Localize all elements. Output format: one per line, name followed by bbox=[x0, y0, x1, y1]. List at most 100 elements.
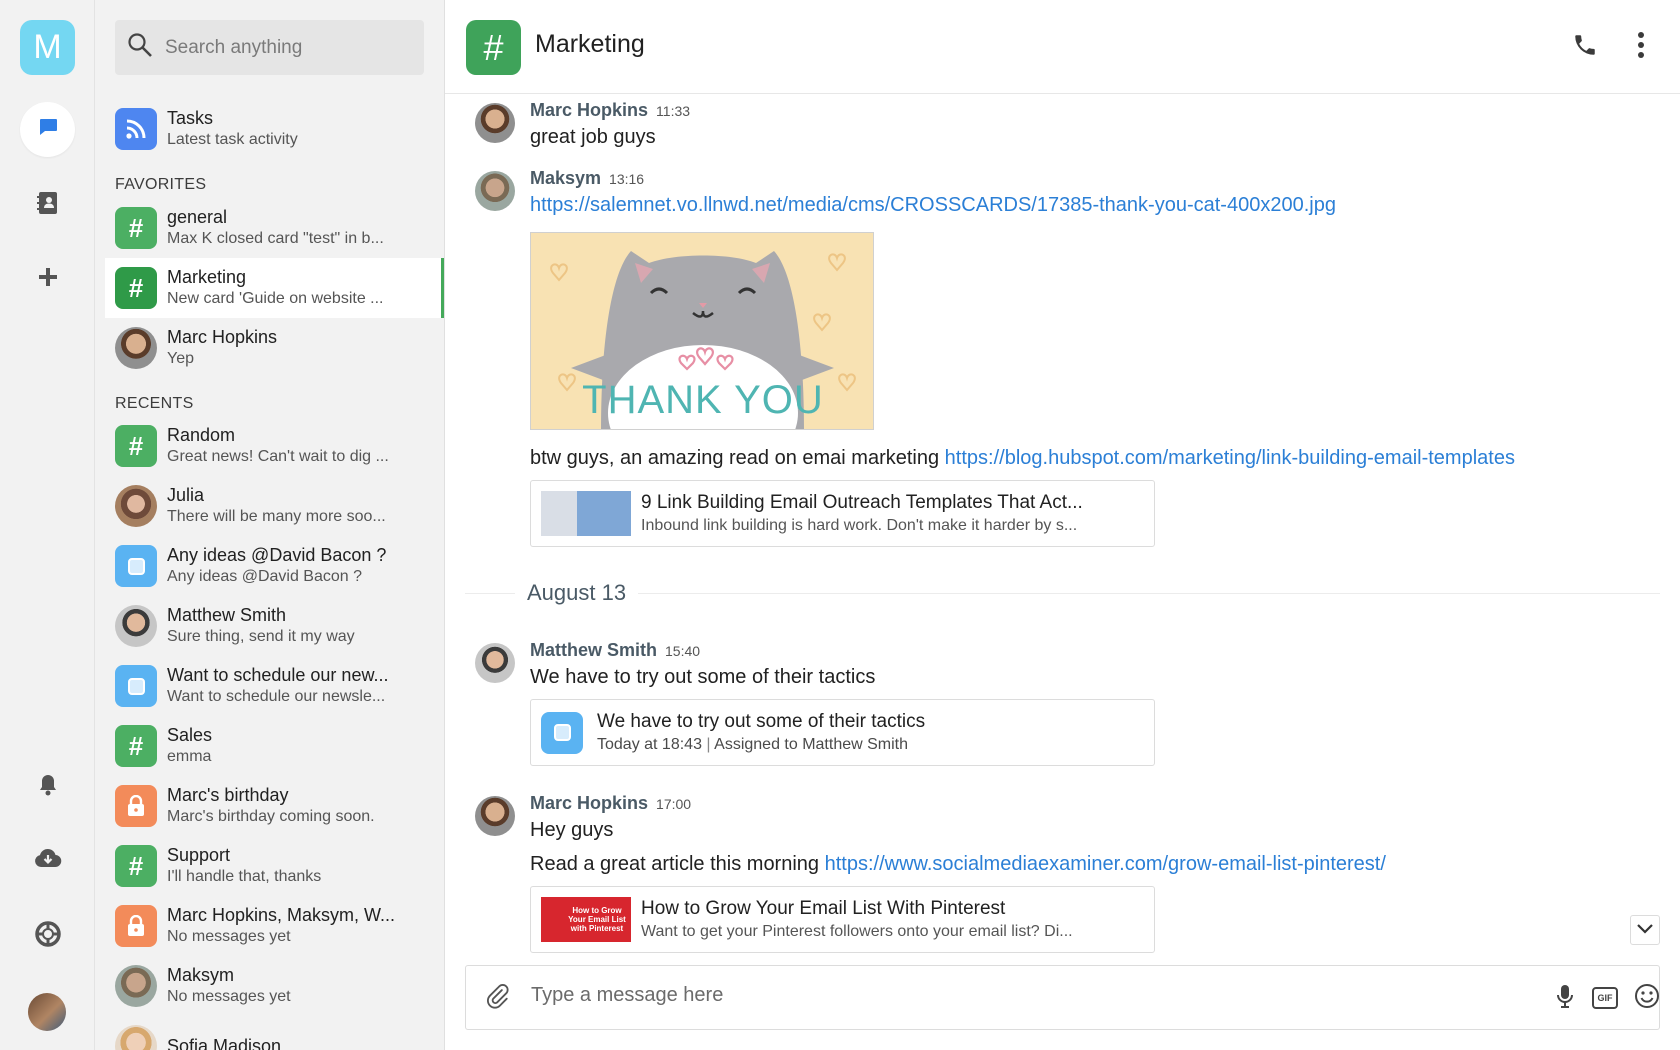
sidebar-item-task-newsletter[interactable]: Want to schedule our new... Want to sche… bbox=[105, 656, 444, 716]
link-thumbnail: How to Grow Your Email List with Pintere… bbox=[541, 897, 631, 942]
message-author[interactable]: Maksym 13:16 bbox=[530, 168, 644, 189]
sidebar-item-random[interactable]: # Random Great news! Can't wait to dig .… bbox=[105, 416, 444, 476]
sidebar-item-julia[interactable]: Julia There will be many more soo... bbox=[105, 476, 444, 536]
bell-icon bbox=[37, 773, 59, 802]
image-attachment[interactable]: THANK YOU bbox=[530, 232, 874, 430]
help-button[interactable] bbox=[20, 909, 75, 964]
cloud-download-icon bbox=[34, 848, 62, 875]
emoji-button[interactable] bbox=[1630, 981, 1664, 1015]
hash-icon: # bbox=[115, 725, 157, 767]
message-author[interactable]: Matthew Smith 15:40 bbox=[530, 640, 700, 661]
chat-panel: # Marketing Marc Hopkins 11:33 great job … bbox=[445, 0, 1680, 1050]
item-subtitle: No messages yet bbox=[167, 928, 291, 945]
sidebar-item-task-david-bacon[interactable]: Any ideas @David Bacon ? Any ideas @Davi… bbox=[105, 536, 444, 596]
item-subtitle: Marc's birthday coming soon. bbox=[167, 808, 375, 825]
message-time: 15:40 bbox=[665, 643, 701, 659]
item-subtitle: emma bbox=[167, 748, 212, 765]
task-icon bbox=[541, 711, 583, 754]
app-rail: M bbox=[0, 0, 95, 1050]
item-subtitle: I'll handle that, thanks bbox=[167, 868, 322, 885]
avatar bbox=[115, 327, 157, 369]
task-assignee: Matthew Smith bbox=[802, 735, 909, 753]
avatar bbox=[115, 965, 157, 1007]
message-text: We have to try out some of their tactics bbox=[530, 666, 876, 688]
item-subtitle: Sure thing, send it my way bbox=[167, 628, 355, 645]
task-icon bbox=[115, 545, 157, 587]
message-link[interactable]: https://www.socialmediaexaminer.com/grow… bbox=[825, 853, 1386, 875]
profile-avatar[interactable] bbox=[28, 993, 66, 1031]
message-text: Read a great article this morning https:… bbox=[530, 853, 1386, 875]
avatar[interactable] bbox=[475, 171, 515, 211]
message-link[interactable]: https://blog.hubspot.com/marketing/link-… bbox=[945, 447, 1515, 469]
message-input[interactable] bbox=[531, 984, 1431, 1007]
avatar bbox=[115, 1025, 157, 1050]
lock-icon bbox=[115, 905, 157, 947]
link-preview-card[interactable]: 9 Link Building Email Outreach Templates… bbox=[530, 480, 1155, 547]
attach-button[interactable] bbox=[480, 981, 514, 1015]
avatar[interactable] bbox=[475, 103, 515, 143]
item-subtitle: No messages yet bbox=[167, 988, 291, 1005]
date-label: August 13 bbox=[515, 580, 639, 606]
chat-bubble-icon bbox=[36, 115, 60, 144]
message-time: 13:16 bbox=[609, 171, 645, 187]
sidebar-item-sales[interactable]: # Sales emma bbox=[105, 716, 444, 776]
sidebar-item-marcs-birthday[interactable]: Marc's birthday Marc's birthday coming s… bbox=[105, 776, 444, 836]
chats-nav-button[interactable] bbox=[20, 102, 75, 157]
sidebar-item-tasks[interactable]: Tasks Latest task activity bbox=[105, 99, 444, 159]
item-title: general bbox=[167, 207, 228, 227]
message-text: great job guys bbox=[530, 126, 656, 148]
task-date: Today at 18:43 bbox=[597, 735, 702, 753]
item-title: Marc Hopkins, Maksym, W... bbox=[167, 905, 396, 925]
message-author[interactable]: Marc Hopkins 17:00 bbox=[530, 793, 691, 814]
call-button[interactable] bbox=[1565, 27, 1605, 67]
notifications-button[interactable] bbox=[20, 760, 75, 815]
item-title: Marc's birthday bbox=[167, 785, 289, 805]
sidebar-item-group-chat[interactable]: Marc Hopkins, Maksym, W... No messages y… bbox=[105, 896, 444, 956]
avatar[interactable] bbox=[475, 796, 515, 836]
sidebar-item-sofia-madison[interactable]: Sofia Madison bbox=[105, 1016, 444, 1050]
item-title: Maksym bbox=[167, 965, 234, 985]
message-text: btw guys, an amazing read on emai market… bbox=[530, 447, 1515, 469]
plus-icon bbox=[37, 266, 59, 293]
item-title: Any ideas @David Bacon ? bbox=[167, 545, 387, 565]
contacts-nav-button[interactable] bbox=[20, 178, 75, 233]
task-assigned-label: Assigned to bbox=[714, 735, 798, 753]
item-subtitle: There will be many more soo... bbox=[167, 508, 386, 525]
sidebar-item-maksym[interactable]: Maksym No messages yet bbox=[105, 956, 444, 1016]
link-description: Inbound link building is hard work. Don'… bbox=[641, 516, 1078, 534]
gif-button[interactable]: GIF bbox=[1588, 981, 1622, 1015]
hash-icon: # bbox=[115, 267, 157, 309]
message-author[interactable]: Marc Hopkins 11:33 bbox=[530, 100, 690, 121]
avatar bbox=[115, 605, 157, 647]
item-subtitle: Any ideas @David Bacon ? bbox=[167, 568, 363, 585]
item-title: Support bbox=[167, 845, 231, 865]
workspace-logo[interactable]: M bbox=[20, 20, 75, 75]
sidebar-item-general[interactable]: # general Max K closed card "test" in b.… bbox=[105, 198, 444, 258]
sidebar-item-marketing[interactable]: # Marketing New card 'Guide on website .… bbox=[105, 258, 444, 318]
link-preview-card[interactable]: How to Grow Your Email List with Pintere… bbox=[530, 886, 1155, 953]
item-title: Want to schedule our new... bbox=[167, 665, 389, 685]
sidebar-item-marc-hopkins[interactable]: Marc Hopkins Yep bbox=[105, 318, 444, 378]
scroll-to-bottom-button[interactable] bbox=[1630, 915, 1660, 945]
date-separator: August 13 bbox=[465, 580, 1660, 606]
more-options-button[interactable] bbox=[1621, 27, 1661, 67]
link-title: How to Grow Your Email List With Pintere… bbox=[641, 897, 1006, 919]
phone-icon bbox=[1572, 32, 1598, 63]
add-button[interactable] bbox=[20, 252, 75, 307]
hash-icon: # bbox=[466, 20, 521, 75]
avatar[interactable] bbox=[475, 643, 515, 683]
thank-you-cat-illustration: THANK YOU bbox=[531, 233, 873, 429]
download-button[interactable] bbox=[20, 834, 75, 889]
item-title: Julia bbox=[167, 485, 205, 505]
search-box[interactable] bbox=[115, 20, 424, 75]
message-time: 17:00 bbox=[656, 796, 692, 812]
task-icon bbox=[115, 665, 157, 707]
message-link[interactable]: https://salemnet.vo.llnwd.net/media/cms/… bbox=[530, 194, 1336, 217]
voice-message-button[interactable] bbox=[1548, 981, 1582, 1015]
search-input[interactable] bbox=[165, 36, 415, 59]
sidebar-item-support[interactable]: # Support I'll handle that, thanks bbox=[105, 836, 444, 896]
task-card[interactable]: We have to try out some of their tactics… bbox=[530, 699, 1155, 766]
link-thumbnail bbox=[541, 491, 631, 536]
contacts-book-icon bbox=[36, 190, 60, 221]
sidebar-item-matthew-smith[interactable]: Matthew Smith Sure thing, send it my way bbox=[105, 596, 444, 656]
